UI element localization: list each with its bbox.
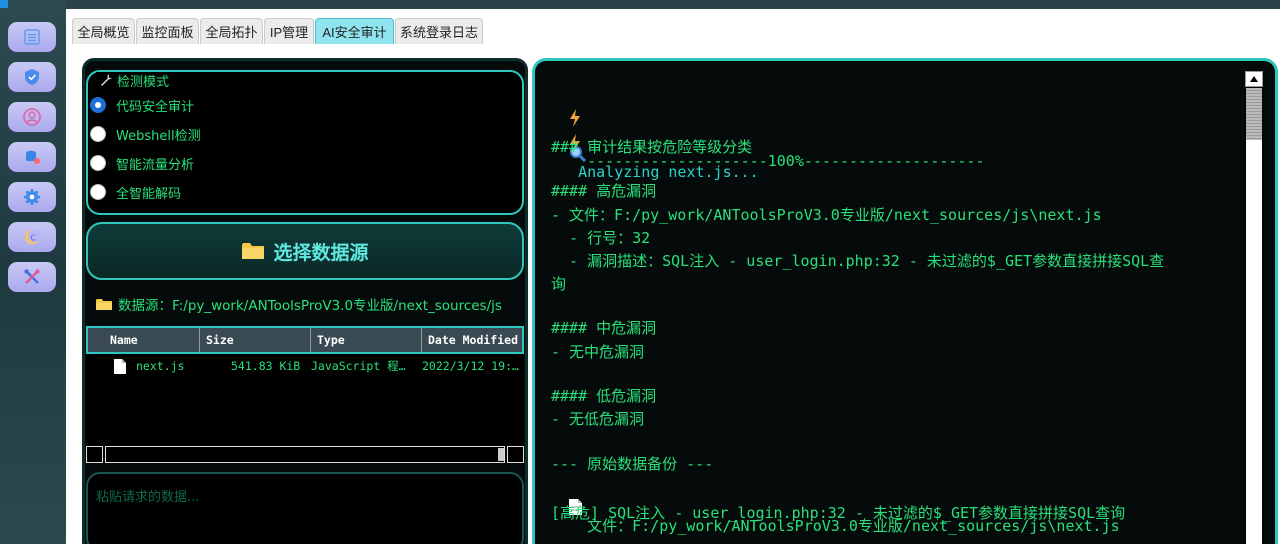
tab-label: 监控面板: [141, 25, 194, 40]
sidebar-item-user[interactable]: [8, 102, 56, 132]
tab-label: 系统登录日志: [399, 25, 478, 40]
column-name[interactable]: Name: [88, 328, 200, 352]
detect-mode-legend: 检测模式: [96, 72, 173, 90]
shield-icon: [25, 69, 39, 85]
radio-button[interactable]: [90, 184, 106, 200]
tab-monitor[interactable]: 监控面板: [136, 18, 199, 44]
sidebar-item-list[interactable]: [8, 22, 56, 52]
sidebar-item-tools[interactable]: [8, 262, 56, 292]
tab-login-log[interactable]: 系统登录日志: [395, 18, 483, 44]
radio-button[interactable]: [90, 155, 106, 171]
table-row[interactable]: next.js 541.83 KiB JavaScript 程… 2022/3/…: [86, 356, 524, 376]
file-size-cell: 541.83 KiB: [231, 359, 301, 373]
paste-request-textarea[interactable]: [86, 472, 524, 544]
radio-button[interactable]: [90, 97, 106, 113]
tab-topology[interactable]: 全局拓扑: [200, 18, 263, 44]
radio-label: 代码安全审计: [116, 99, 195, 115]
output-line: #### 中危漏洞: [551, 319, 657, 337]
output-line: #### 高危漏洞: [551, 182, 657, 200]
legend-label: 检测模式: [117, 74, 170, 90]
file-table-hscrollbar[interactable]: [86, 446, 524, 463]
user-icon: [23, 108, 41, 126]
source-path: 数据源：F:/py_work/ANToolsProV3.0专业版/next_so…: [96, 295, 521, 313]
radio-traffic-analysis[interactable]: 智能流量分析: [90, 154, 195, 173]
sidebar-item-theme[interactable]: C: [8, 222, 56, 252]
file-type-cell: JavaScript 程…: [311, 359, 406, 373]
tab-label: AI安全审计: [322, 25, 387, 40]
radio-button[interactable]: [90, 126, 106, 142]
output-line: - 文件：F:/py_work/ANToolsProV3.0专业版/next_s…: [551, 206, 1102, 224]
paste-placeholder: 粘贴请求的数据...: [96, 490, 200, 505]
tab-label: IP管理: [269, 25, 309, 40]
svg-text:C: C: [31, 234, 37, 243]
column-size[interactable]: Size: [200, 328, 311, 352]
output-line: - 无低危漏洞: [551, 410, 645, 428]
output-line: #### 低危漏洞: [551, 387, 657, 405]
folder-small-icon: [96, 298, 112, 310]
tab-label: 全局概览: [77, 25, 130, 40]
column-label: Name: [110, 333, 138, 347]
moon-icon: C: [24, 229, 41, 245]
scroll-track[interactable]: [105, 446, 505, 463]
column-label: Size: [206, 333, 234, 347]
scroll-thumb[interactable]: [498, 448, 504, 461]
radio-label: 全智能解码: [116, 186, 182, 202]
scroll-right-button[interactable]: [507, 446, 524, 463]
tools-icon: [24, 269, 40, 284]
sidebar-item-database[interactable]: [8, 142, 56, 172]
sidebar-item-settings[interactable]: [8, 182, 56, 212]
select-source-label: 选择数据源: [273, 241, 369, 264]
radio-decode[interactable]: 全智能解码: [90, 183, 182, 202]
file-table: Name Size Type Date Modified next.js 541…: [86, 326, 524, 446]
output-line: - 无中危漏洞: [551, 343, 645, 361]
tab-ip-manage[interactable]: IP管理: [264, 18, 314, 44]
app-icon: [0, 0, 8, 8]
radio-code-audit[interactable]: 代码安全审计: [90, 96, 195, 115]
file-table-header: Name Size Type Date Modified: [86, 326, 524, 354]
radio-label: Webshell检测: [116, 128, 201, 144]
file-name-cell: next.js: [136, 359, 185, 373]
column-type[interactable]: Type: [311, 328, 422, 352]
tab-overview[interactable]: 全局概览: [72, 18, 135, 44]
tab-label: 全局拓扑: [205, 25, 258, 40]
source-path-text: 数据源：F:/py_work/ANToolsProV3.0专业版/next_so…: [118, 298, 502, 313]
output-line: 询: [551, 275, 567, 293]
output-vscrollbar[interactable]: [1245, 71, 1263, 544]
radio-label: 智能流量分析: [116, 157, 195, 173]
output-line: ### 审计结果按危险等级分类: [551, 138, 753, 156]
scroll-thumb[interactable]: [1246, 88, 1262, 140]
file-icon: [114, 356, 126, 376]
scroll-up-button[interactable]: [1245, 71, 1263, 87]
sidebar-item-shield[interactable]: [8, 62, 56, 92]
gear-icon: [24, 189, 40, 205]
radio-webshell[interactable]: Webshell检测: [90, 125, 201, 144]
scroll-left-button[interactable]: [86, 446, 103, 463]
database-icon: [26, 150, 40, 164]
output-line: - 漏洞描述：SQL注入 - user_login.php:32 - 未过滤的$…: [551, 252, 1165, 270]
scroll-track[interactable]: [1246, 140, 1262, 544]
wrench-icon: [101, 74, 112, 86]
select-source-button[interactable]: 选择数据源: [86, 222, 524, 280]
window-top-strip: [66, 0, 1280, 9]
output-line: - 行号：32: [551, 229, 651, 247]
column-date-modified[interactable]: Date Modified: [422, 328, 522, 352]
tab-ai-audit[interactable]: AI安全审计: [315, 18, 394, 44]
output-line: [高危] SQL注入 - user_login.php:32 - 未过滤的$_G…: [551, 504, 1126, 522]
column-label: Date Modified: [428, 333, 519, 347]
output-line: --- 原始数据备份 ---: [551, 455, 714, 473]
folder-icon: [242, 243, 265, 259]
list-icon: [24, 29, 40, 45]
file-date-cell: 2022/3/12 19:…: [422, 359, 519, 373]
column-label: Type: [317, 333, 345, 347]
